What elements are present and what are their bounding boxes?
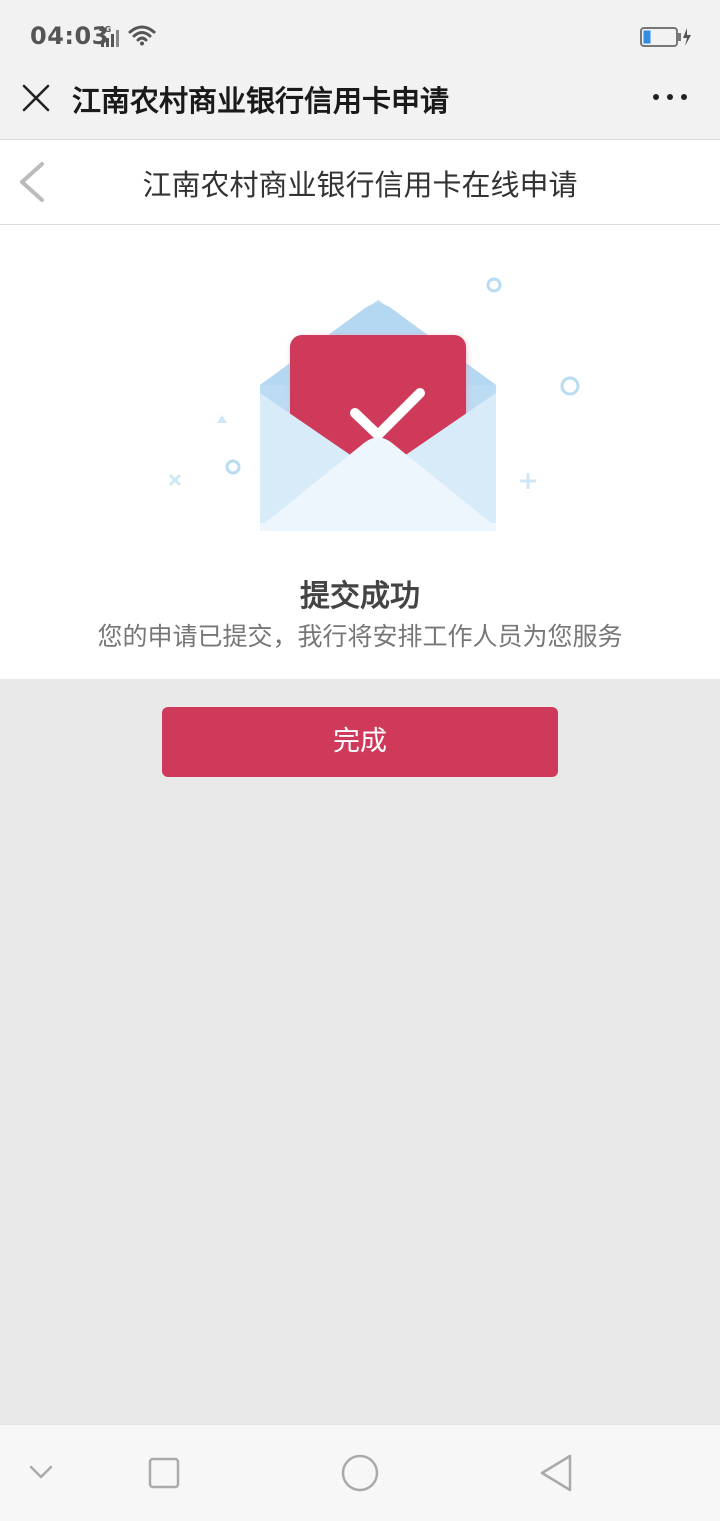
page-title: 江南农村商业银行信用卡在线申请 — [142, 168, 578, 202]
done-button[interactable]: 完成 — [162, 707, 558, 777]
signal-icon: 4G — [99, 25, 119, 47]
wifi-icon — [128, 25, 156, 46]
browser-header: 江南农村商业银行信用卡申请 — [0, 72, 720, 140]
header-title: 江南农村商业银行信用卡申请 — [72, 84, 450, 118]
success-title: 提交成功 — [300, 579, 420, 614]
chevron-down-icon[interactable] — [28, 1463, 54, 1481]
network-label: 4G — [99, 25, 111, 34]
status-bar: 04:03 4G — [0, 0, 720, 72]
system-nav-bar — [0, 1424, 720, 1521]
battery-icon — [640, 27, 691, 47]
close-icon[interactable] — [20, 82, 52, 114]
square-icon[interactable] — [148, 1457, 180, 1489]
result-card: 提交成功 您的申请已提交，我行将安排工作人员为您服务 — [0, 225, 720, 679]
envelope-check-icon — [168, 277, 580, 531]
triangle-back-icon[interactable] — [538, 1453, 574, 1493]
more-icon[interactable] — [650, 82, 690, 112]
circle-icon[interactable] — [340, 1453, 380, 1493]
success-description: 您的申请已提交，我行将安排工作人员为您服务 — [97, 622, 623, 651]
page-nav: 江南农村商业银行信用卡在线申请 — [0, 140, 720, 225]
